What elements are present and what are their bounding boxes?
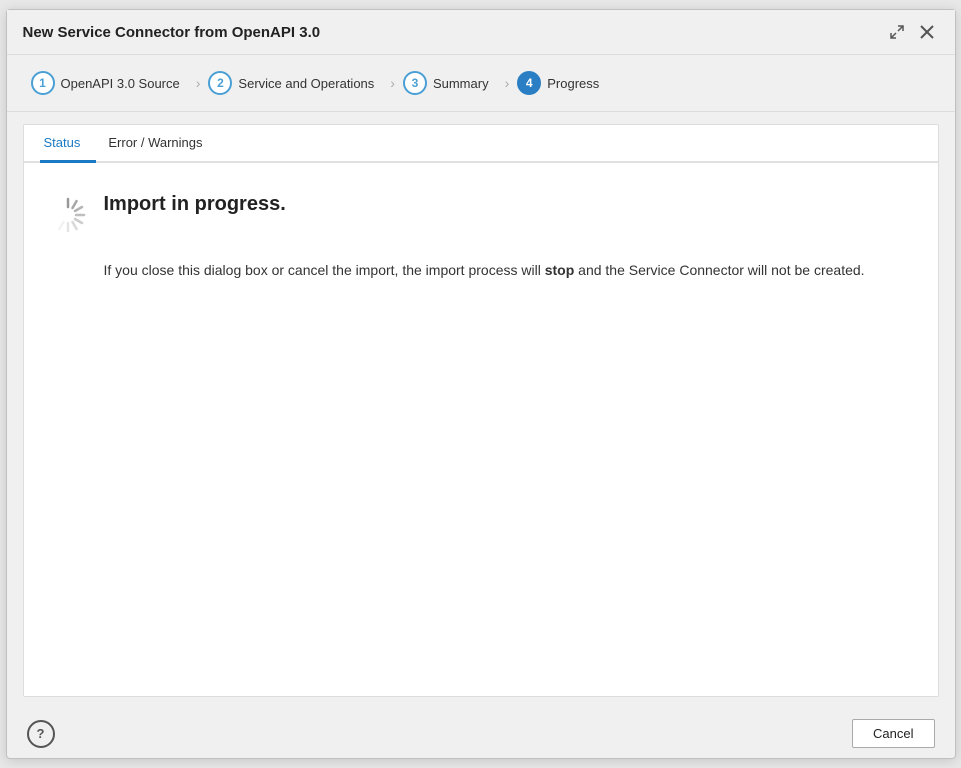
step-divider-1: › xyxy=(192,75,205,91)
step-4-label: Progress xyxy=(547,76,599,91)
tab-content-status: Import in progress. If you close this di… xyxy=(24,163,938,696)
step-1-label: OpenAPI 3.0 Source xyxy=(61,76,180,91)
import-stop-word: stop xyxy=(545,262,575,278)
step-3-circle: 3 xyxy=(403,71,427,95)
cancel-button[interactable]: Cancel xyxy=(852,719,934,748)
step-2-label: Service and Operations xyxy=(238,76,374,91)
step-divider-3: › xyxy=(501,75,514,91)
step-divider-2: › xyxy=(386,75,399,91)
step-2-circle: 2 xyxy=(208,71,232,95)
step-1-circle: 1 xyxy=(31,71,55,95)
close-button[interactable] xyxy=(915,20,939,44)
import-body-before: If you close this dialog box or cancel t… xyxy=(104,262,545,278)
spinner-icon xyxy=(48,195,88,235)
expand-button[interactable] xyxy=(885,20,909,44)
step-4: 4 Progress xyxy=(513,67,611,99)
dialog-content: Status Error / Warnings I xyxy=(23,124,939,697)
step-2: 2 Service and Operations xyxy=(204,67,386,99)
wizard-steps: 1 OpenAPI 3.0 Source › 2 Service and Ope… xyxy=(7,55,955,112)
dialog-window: New Service Connector from OpenAPI 3.0 xyxy=(6,9,956,759)
tab-bar: Status Error / Warnings xyxy=(24,125,938,163)
step-4-circle: 4 xyxy=(517,71,541,95)
tab-error-warnings[interactable]: Error / Warnings xyxy=(104,125,218,163)
import-body: If you close this dialog box or cancel t… xyxy=(104,259,914,281)
step-1: 1 OpenAPI 3.0 Source xyxy=(27,67,192,99)
dialog-title: New Service Connector from OpenAPI 3.0 xyxy=(23,24,321,41)
help-button[interactable]: ? xyxy=(27,720,55,748)
close-icon xyxy=(919,24,935,40)
titlebar-actions xyxy=(885,20,939,44)
step-3: 3 Summary xyxy=(399,67,501,99)
dialog-footer: ? Cancel xyxy=(7,709,955,758)
step-3-label: Summary xyxy=(433,76,489,91)
expand-icon xyxy=(889,24,905,40)
import-title: Import in progress. xyxy=(104,193,286,216)
import-status-section: Import in progress. xyxy=(48,193,914,235)
import-body-after: and the Service Connector will not be cr… xyxy=(574,262,864,278)
titlebar: New Service Connector from OpenAPI 3.0 xyxy=(7,10,955,55)
tab-status[interactable]: Status xyxy=(40,125,97,163)
